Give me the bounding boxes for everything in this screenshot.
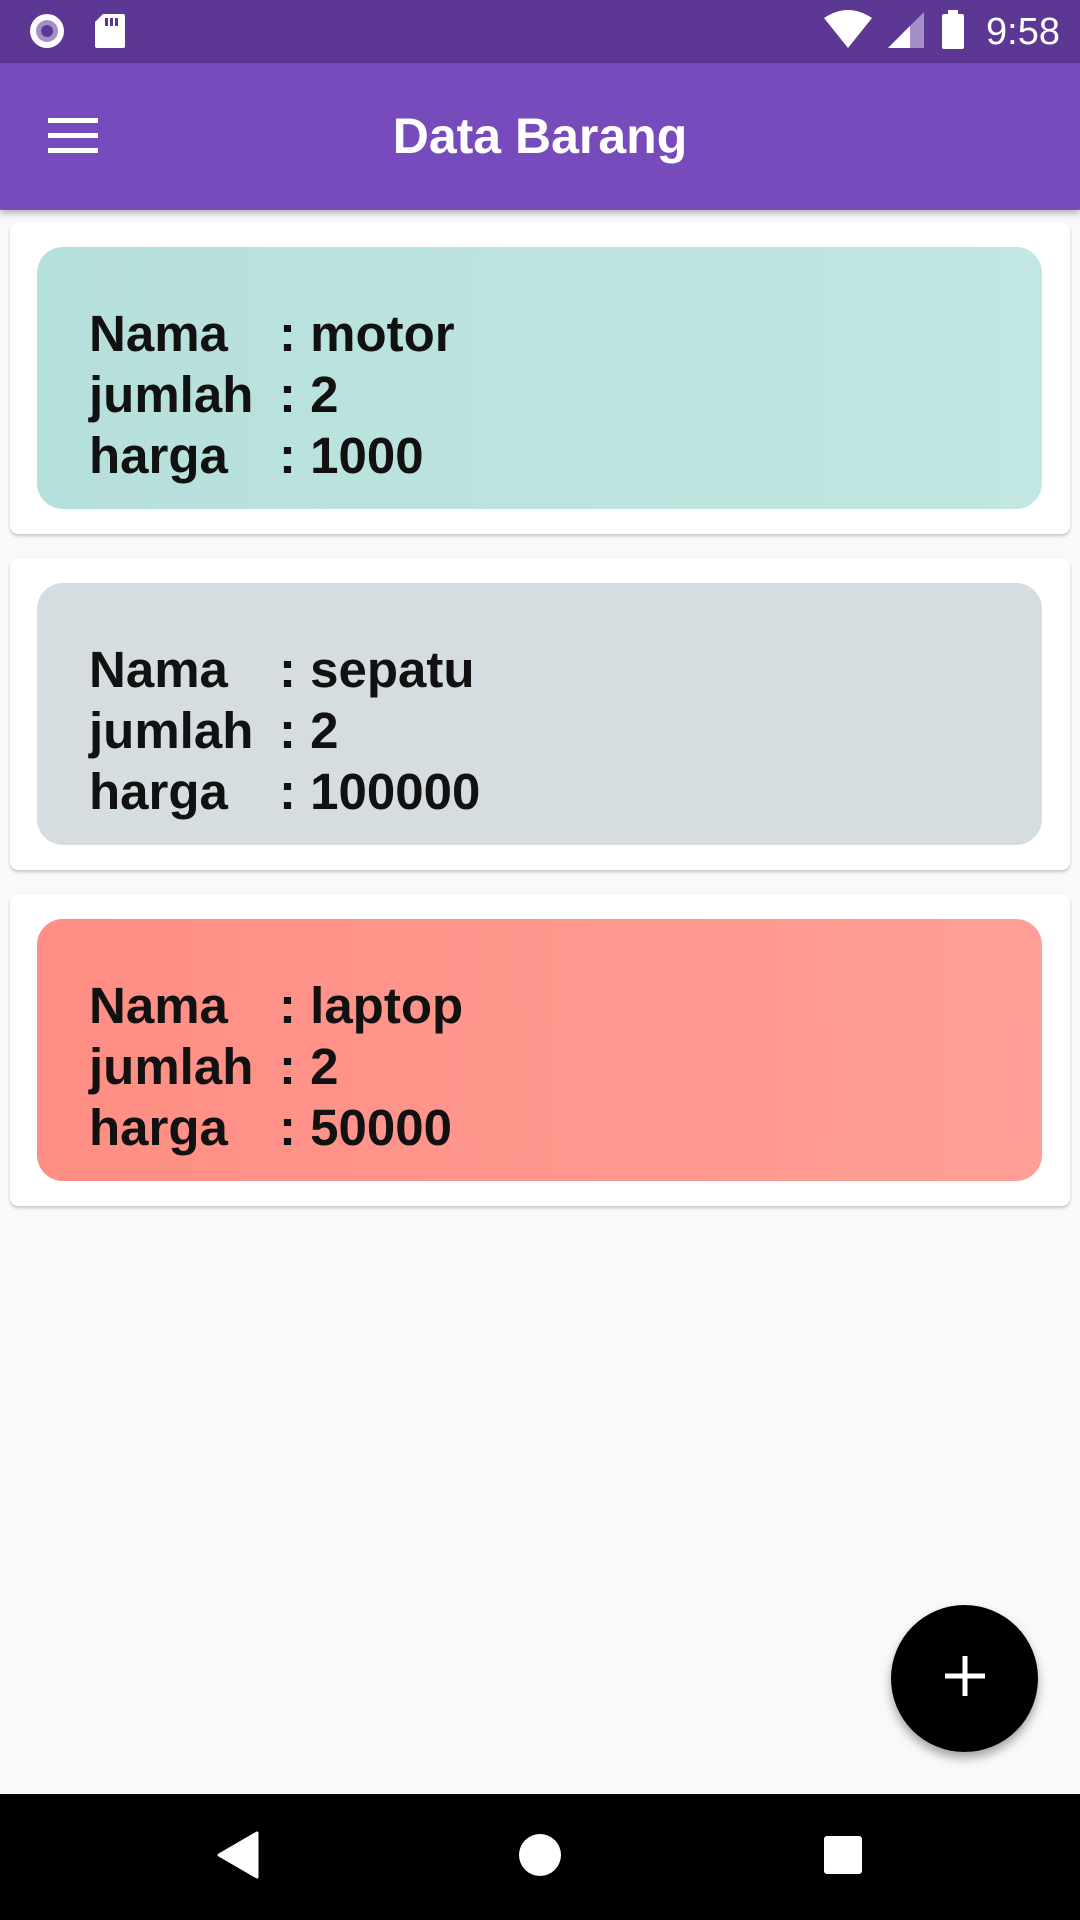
recents-button[interactable] (808, 1822, 878, 1892)
item-name-label: Nama (89, 305, 228, 362)
list-item[interactable]: Nama : laptop jumlah : 2 harga : 50000 (10, 894, 1070, 1206)
plus-icon (944, 1656, 985, 1701)
record-icon (28, 12, 66, 55)
item-quantity-value: : 2 (279, 702, 339, 759)
item-name-label: Nama (89, 641, 228, 698)
wifi-icon (824, 9, 873, 55)
item-name-row: Nama : laptop (89, 975, 1042, 1036)
status-right-icons: 9:58 (824, 8, 1060, 56)
status-clock: 9:58 (986, 11, 1060, 53)
list-item[interactable]: Nama : motor jumlah : 2 harga : 1000 (10, 222, 1070, 534)
item-quantity-label: jumlah (89, 1038, 254, 1095)
back-icon (215, 1831, 259, 1884)
item-price-value: : 50000 (279, 1099, 452, 1156)
item-name-value: : sepatu (279, 641, 475, 698)
add-item-button[interactable] (891, 1605, 1038, 1752)
page-title: Data Barang (392, 108, 688, 164)
menu-button[interactable] (32, 103, 114, 173)
item-quantity-row: jumlah : 2 (89, 364, 1042, 425)
item-price-row: harga : 50000 (89, 1097, 1042, 1158)
item-card-body: Nama : sepatu jumlah : 2 harga : 100000 (37, 583, 1042, 845)
item-price-value: : 1000 (279, 427, 424, 484)
item-quantity-row: jumlah : 2 (89, 1036, 1042, 1097)
item-name-row: Nama : sepatu (89, 639, 1042, 700)
item-price-row: harga : 100000 (89, 761, 1042, 822)
item-name-label: Nama (89, 977, 228, 1034)
home-icon (518, 1833, 562, 1882)
signal-icon (886, 10, 926, 55)
status-bar: 9:58 (0, 0, 1080, 63)
item-list: Nama : motor jumlah : 2 harga : 1000 Nam… (10, 222, 1070, 1230)
item-quantity-value: : 2 (279, 366, 339, 423)
item-price-label: harga (89, 427, 228, 484)
item-name-value: : motor (279, 305, 455, 362)
hamburger-menu-icon (48, 117, 98, 159)
status-left-icons (28, 12, 126, 55)
system-nav-bar (0, 1794, 1080, 1920)
item-card-body: Nama : motor jumlah : 2 harga : 1000 (37, 247, 1042, 509)
item-name-value: : laptop (279, 977, 464, 1034)
item-card-body: Nama : laptop jumlah : 2 harga : 50000 (37, 919, 1042, 1181)
item-quantity-label: jumlah (89, 366, 254, 423)
item-quantity-value: : 2 (279, 1038, 339, 1095)
item-price-label: harga (89, 1099, 228, 1156)
sd-card-icon (94, 12, 126, 55)
item-quantity-row: jumlah : 2 (89, 700, 1042, 761)
item-price-row: harga : 1000 (89, 425, 1042, 486)
item-name-row: Nama : motor (89, 303, 1042, 364)
back-button[interactable] (202, 1822, 272, 1892)
battery-icon (940, 9, 966, 55)
list-item[interactable]: Nama : sepatu jumlah : 2 harga : 100000 (10, 558, 1070, 870)
item-quantity-label: jumlah (89, 702, 254, 759)
item-price-value: : 100000 (279, 763, 481, 820)
recents-icon (823, 1835, 863, 1880)
home-button[interactable] (505, 1822, 575, 1892)
app-bar: Data Barang (0, 63, 1080, 210)
item-price-label: harga (89, 763, 228, 820)
